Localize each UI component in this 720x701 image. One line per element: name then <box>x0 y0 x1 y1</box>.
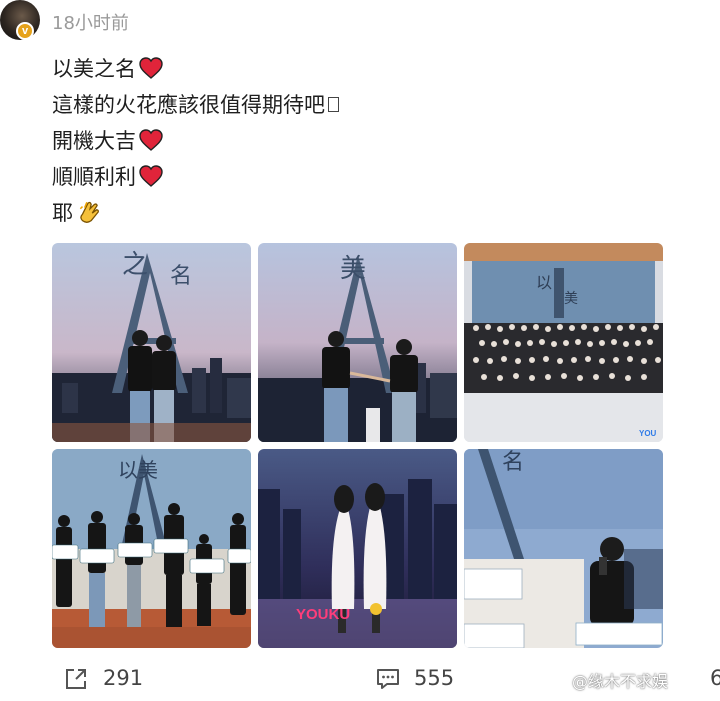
post-line-text: 以美之名 <box>52 57 136 81</box>
photo-image: 美 <box>258 243 457 442</box>
post-line-text: 開機大吉 <box>52 129 136 153</box>
red-heart-icon <box>139 165 163 187</box>
post-text: 以美之名 這樣的火花應該很值得期待吧 開機大吉 順順利利 耶 <box>52 50 339 230</box>
svg-text:美: 美 <box>564 291 578 307</box>
post-actions-bar: 291 555 @缘木不求娱 6 <box>0 662 720 698</box>
svg-text:名: 名 <box>170 264 192 289</box>
post-line-text: 這樣的火花應該很值得期待吧 <box>52 93 325 117</box>
post-timestamp[interactable]: 18小时前 <box>52 9 129 35</box>
comment-icon[interactable] <box>375 666 401 692</box>
photo-1[interactable]: 之 名 <box>52 243 251 442</box>
clapping-hands-icon <box>79 201 99 223</box>
youku-logo: YOUKU <box>296 606 350 623</box>
svg-text:名: 名 <box>502 450 524 475</box>
photo-6[interactable]: 名 <box>464 449 663 648</box>
post-line-text: 耶 <box>52 201 73 225</box>
post-line: 開機大吉 <box>52 122 339 158</box>
photo-image: 之 名 <box>52 243 251 442</box>
svg-text:美: 美 <box>340 254 366 284</box>
photo-2[interactable]: 美 <box>258 243 457 442</box>
photo-watermark: YOU <box>639 429 657 438</box>
photo-3[interactable]: 以 美 YOU <box>464 243 663 442</box>
comment-count[interactable]: 555 <box>414 666 454 690</box>
red-heart-icon <box>139 57 163 79</box>
post-line: 這樣的火花應該很值得期待吧 <box>52 86 339 122</box>
share-count[interactable]: 291 <box>103 666 143 690</box>
svg-text:以: 以 <box>536 273 552 292</box>
box-glyph-icon <box>328 96 339 112</box>
share-icon[interactable] <box>63 666 89 692</box>
post-line: 順順利利 <box>52 158 339 194</box>
photo-image: 以 美 YOU <box>464 243 663 442</box>
svg-text:以美: 以美 <box>118 458 158 482</box>
post-line: 以美之名 <box>52 50 339 86</box>
like-count[interactable]: 6 <box>710 666 720 690</box>
photo-image: 以美 <box>52 449 251 648</box>
svg-text:之: 之 <box>122 250 148 280</box>
red-heart-icon <box>139 129 163 151</box>
verified-badge-icon: v <box>16 22 34 40</box>
watermark: @缘木不求娱 <box>572 672 669 691</box>
photo-image: 名 <box>464 449 663 648</box>
post-line: 耶 <box>52 194 339 230</box>
photo-5[interactable]: YOUKU <box>258 449 457 648</box>
photo-image: YOUKU <box>258 449 457 648</box>
photo-4[interactable]: 以美 <box>52 449 251 648</box>
post-line-text: 順順利利 <box>52 165 136 189</box>
